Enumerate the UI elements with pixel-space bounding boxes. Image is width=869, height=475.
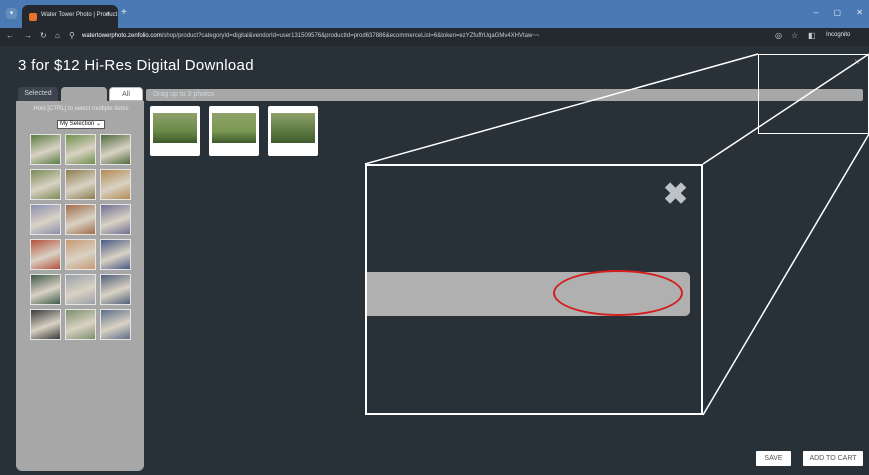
zoomed-close-icon[interactable]: ✖ xyxy=(663,180,688,210)
callout-line-top-left xyxy=(364,53,759,165)
zoom-magnifier-box: ✖ xyxy=(365,164,703,415)
highlight-circle xyxy=(553,270,683,316)
zoom-source-frame xyxy=(758,54,869,134)
callout-line-bottom-right xyxy=(702,133,869,416)
